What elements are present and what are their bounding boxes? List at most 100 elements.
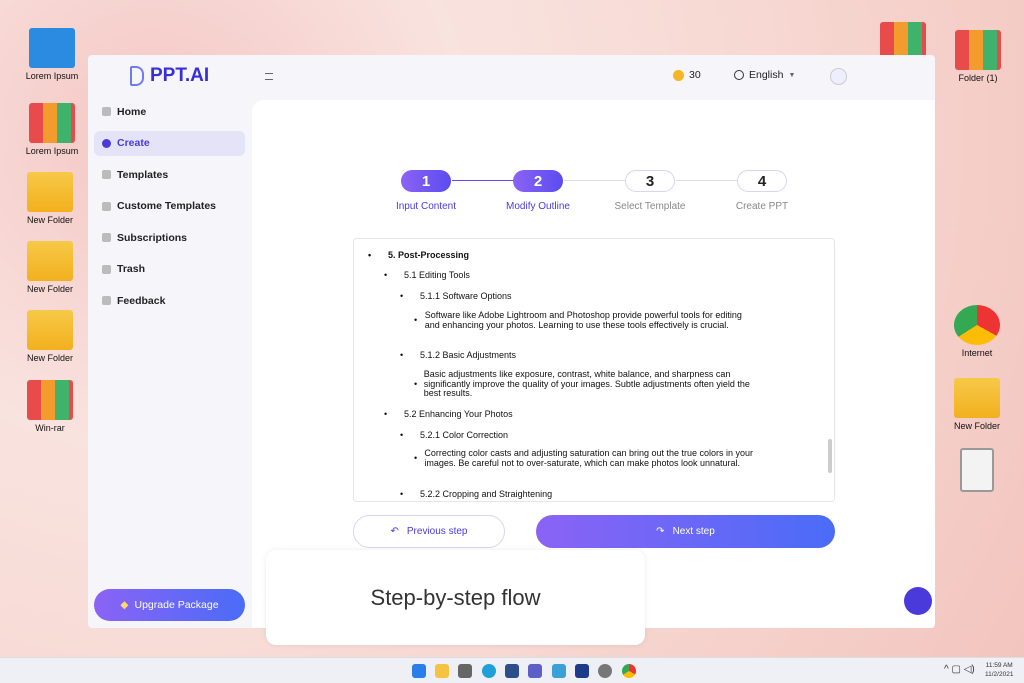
language-label: English	[749, 69, 784, 81]
camera-icon[interactable]	[458, 664, 472, 678]
step-1[interactable]: 1	[401, 170, 451, 192]
outline-item[interactable]: 5.2 Enhancing Your Photos	[404, 409, 513, 419]
label: New Folder	[26, 284, 73, 294]
outline-item[interactable]: 5.2.2 Cropping and Straightening	[420, 489, 552, 499]
ppt-ai-icon[interactable]	[575, 664, 589, 678]
scrollbar[interactable]	[828, 439, 832, 473]
outline-item[interactable]: Software like Adobe Lightroom and Photos…	[425, 310, 759, 330]
chat-bubble-button[interactable]	[904, 587, 932, 615]
label: Home	[117, 105, 147, 118]
sidebar-item-trash[interactable]: Trash	[94, 257, 245, 282]
step-connector	[564, 180, 626, 181]
step-connector	[676, 180, 738, 181]
caption-card: Step-by-step flow	[266, 550, 645, 645]
teams-icon[interactable]	[528, 664, 542, 678]
caption-text: Step-by-step flow	[370, 584, 541, 610]
forward-arrow-icon: ↷	[656, 526, 665, 537]
globe-icon	[734, 70, 744, 80]
plus-circle-icon	[102, 138, 111, 148]
desktop-icon-new-folder-right[interactable]: New Folder	[942, 378, 1012, 431]
templates-icon	[102, 170, 111, 179]
desktop-icon-new-folder-2[interactable]: New Folder	[15, 241, 85, 294]
undo-arrow-icon: ↶	[390, 526, 399, 537]
outline-item[interactable]: 5.2.1 Color Correction	[420, 430, 508, 440]
label: New Folder	[26, 353, 73, 363]
sidebar-nav: Home Create Templates Custome Templates …	[94, 99, 245, 320]
sidebar-item-templates[interactable]: Templates	[94, 162, 245, 187]
sidebar-item-custom-templates[interactable]: Custome Templates	[94, 194, 245, 219]
step-connector	[452, 180, 514, 181]
desktop-icon-folder-1[interactable]: Folder (1)	[943, 30, 1013, 83]
outline-item[interactable]: 5.1.1 Software Options	[420, 291, 512, 301]
label: Feedback	[117, 294, 166, 307]
sidebar-item-create[interactable]: Create	[94, 130, 245, 156]
desktop-icon-lorem-ipsum-1[interactable]: Lorem Ipsum	[17, 28, 87, 81]
outline-item[interactable]: 5.1 Editing Tools	[404, 270, 470, 280]
previous-step-button[interactable]: ↶ Previous step	[353, 515, 505, 548]
winrar-icon	[27, 380, 73, 420]
label: Trash	[117, 263, 146, 275]
diamond-icon: ◆	[120, 599, 129, 611]
label: New Folder	[26, 215, 73, 225]
desktop-icon-new-folder-3[interactable]: New Folder	[15, 310, 85, 363]
store-icon[interactable]	[505, 664, 519, 678]
app-icon[interactable]	[552, 664, 566, 678]
outline-editor[interactable]: • 5. Post-Processing • 5.1 Editing Tools •…	[353, 238, 835, 502]
label: Folder (1)	[958, 73, 998, 83]
step-label: Modify Outline	[506, 201, 570, 212]
outline-item[interactable]: Correcting color casts and adjusting sat…	[424, 448, 759, 468]
folder-icon	[27, 310, 73, 350]
label: Subscriptions	[117, 231, 188, 244]
edge-icon[interactable]	[482, 664, 496, 678]
outline-item[interactable]: Basic adjustments like exposure, contras…	[424, 369, 759, 399]
desktop-icon-internet[interactable]: Internet	[942, 305, 1012, 358]
collapse-sidebar-icon[interactable]	[265, 73, 273, 80]
bookmark-icon	[102, 233, 111, 242]
app-window: PPT.AI 30 English ▼ Home Create Templates…	[88, 55, 935, 628]
outline-item[interactable]: 5. Post-Processing	[388, 250, 469, 260]
file-explorer-icon[interactable]	[435, 664, 449, 678]
tray-icons[interactable]: ^ ▢ ◁)	[944, 664, 975, 675]
sidebar-item-home[interactable]: Home	[94, 99, 245, 124]
chrome-icon	[954, 305, 1000, 345]
date: 11/2/2021	[985, 671, 1014, 678]
label: Lorem Ipsum	[25, 71, 79, 81]
credits[interactable]: 30	[673, 69, 701, 81]
desktop-icon-recycle-bin[interactable]	[942, 448, 1012, 495]
coin-icon	[673, 69, 684, 81]
label: New Folder	[953, 421, 1000, 431]
label: Previous step	[406, 526, 468, 537]
clock[interactable]: 11:59 AM 11/2/2021	[985, 661, 1013, 679]
home-icon	[102, 107, 111, 116]
folder-icon	[27, 241, 73, 281]
sidebar-item-feedback[interactable]: Feedback	[94, 288, 245, 313]
language-select[interactable]: English ▼	[734, 69, 795, 81]
label: Create	[117, 137, 150, 149]
brand-name: PPT.AI	[150, 65, 210, 86]
outline-item[interactable]: 5.1.2 Basic Adjustments	[420, 350, 516, 360]
start-icon[interactable]	[412, 664, 426, 678]
avatar[interactable]	[830, 68, 847, 85]
step-2[interactable]: 2	[513, 170, 563, 192]
label: Win-rar	[35, 423, 65, 433]
label: Custome Templates	[117, 200, 216, 212]
trash-icon	[102, 264, 111, 274]
next-step-button[interactable]: ↷ Next step	[536, 515, 835, 548]
settings-icon[interactable]	[598, 664, 612, 678]
step-3[interactable]: 3	[625, 170, 675, 192]
credits-count: 30	[689, 69, 701, 81]
desktop-icon-winrar[interactable]: Win-rar	[15, 380, 85, 433]
taskbar: ^ ▢ ◁) 11:59 AM 11/2/2021	[0, 657, 1024, 683]
sidebar-item-subscriptions[interactable]: Subscriptions	[94, 225, 245, 250]
step-4[interactable]: 4	[737, 170, 787, 192]
chrome-icon[interactable]	[622, 664, 636, 678]
books-icon	[955, 30, 1001, 70]
main-panel: 1 2 3 4 Input Content Modify Outline Sel…	[252, 100, 935, 628]
chevron-down-icon: ▼	[788, 71, 796, 79]
desktop-icon-new-folder-1[interactable]: New Folder	[15, 172, 85, 225]
desktop-icon-lorem-ipsum-2[interactable]: Lorem Ipsum	[17, 103, 87, 156]
folder-icon	[27, 172, 73, 212]
upgrade-package-button[interactable]: ◆ Upgrade Package	[94, 589, 245, 621]
step-label: Select Template	[614, 201, 686, 212]
books-icon	[29, 103, 75, 143]
